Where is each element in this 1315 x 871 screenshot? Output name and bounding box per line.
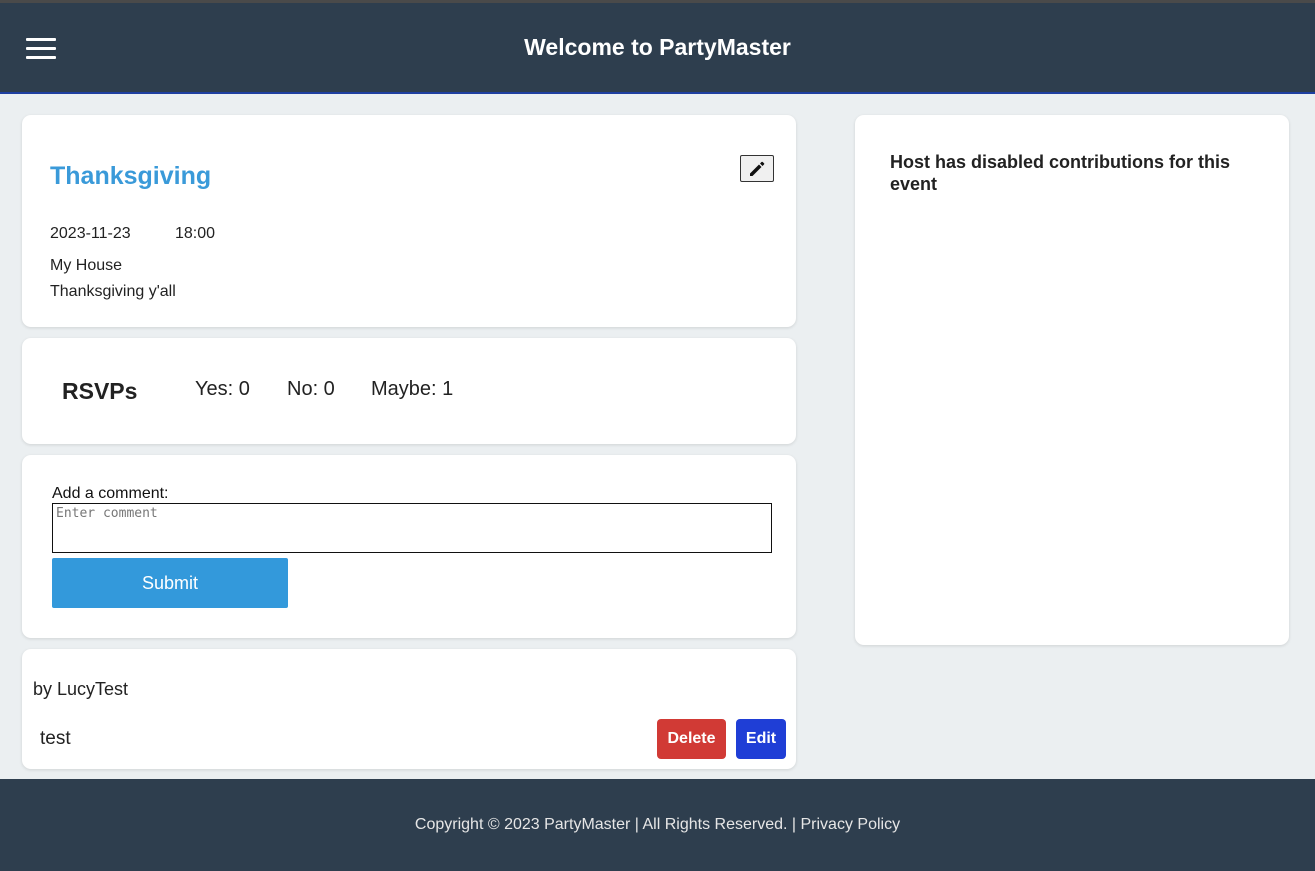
- event-location: My House: [50, 257, 123, 274]
- page-title: Welcome to PartyMaster: [524, 34, 791, 60]
- event-time: 18:00: [175, 225, 216, 242]
- contributions-card: Host has disabled contributions for this…: [855, 115, 1289, 645]
- contributions-disabled-message: Host has disabled contributions for this…: [890, 152, 1231, 194]
- pencil-icon: [750, 161, 765, 176]
- edit-event-button[interactable]: [740, 155, 774, 182]
- site-header: Welcome to PartyMaster: [0, 3, 1315, 94]
- submit-comment-button[interactable]: Submit: [52, 558, 288, 608]
- event-details-card: Thanksgiving 2023-11-23 18:00 My House T…: [22, 115, 796, 327]
- comment-author: by LucyTest: [33, 679, 129, 699]
- copyright-text: Copyright © 2023 PartyMaster | All Right…: [414, 816, 801, 833]
- comment-label: Add a comment:: [52, 485, 169, 502]
- rsvp-title: RSVPs: [62, 378, 138, 404]
- privacy-policy-link[interactable]: Privacy Policy: [801, 816, 901, 833]
- comment-text: test: [40, 728, 71, 749]
- rsvp-summary-card: RSVPs Yes: 0 No: 0 Maybe: 1: [22, 338, 796, 444]
- site-footer: Copyright © 2023 PartyMaster | All Right…: [0, 779, 1315, 871]
- edit-comment-button[interactable]: Edit: [736, 719, 786, 759]
- rsvp-maybe-count: Maybe: 1: [371, 378, 454, 400]
- rsvp-no-count: No: 0: [287, 378, 335, 400]
- comment-item: by LucyTest test Delete Edit: [22, 649, 796, 769]
- rsvp-yes-count: Yes: 0: [195, 378, 250, 400]
- event-description: Thanksgiving y'all: [50, 283, 176, 300]
- event-title: Thanksgiving: [50, 162, 212, 190]
- delete-comment-button[interactable]: Delete: [657, 719, 726, 759]
- footer-text: Copyright © 2023 PartyMaster | All Right…: [0, 816, 1315, 834]
- event-date: 2023-11-23: [50, 225, 131, 242]
- comment-input[interactable]: [52, 503, 772, 553]
- add-comment-card: Add a comment: Submit: [22, 455, 796, 638]
